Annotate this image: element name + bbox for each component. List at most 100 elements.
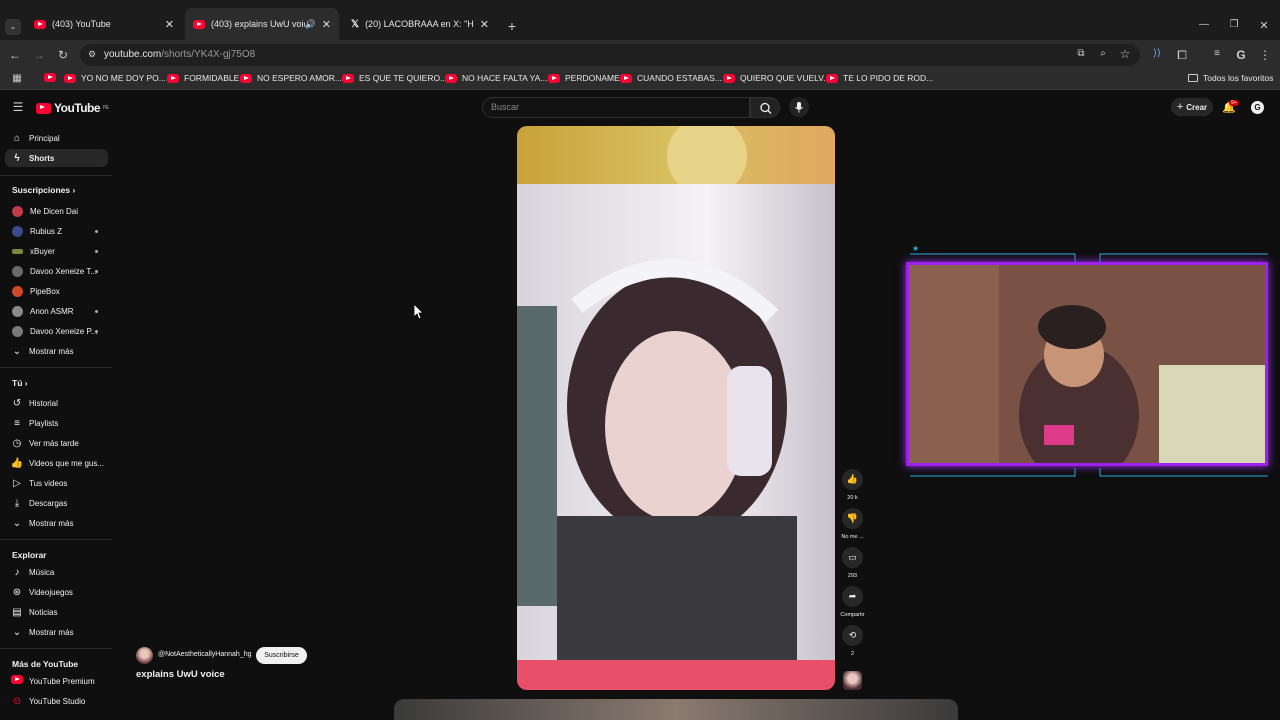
close-icon[interactable]: ✕ (322, 18, 331, 31)
subscriptions-heading[interactable]: Suscripciones › (12, 185, 75, 195)
search-input[interactable]: Buscar (482, 97, 750, 118)
subscription-item[interactable]: Anon ASMR (5, 302, 108, 320)
sidebar-item-playlists[interactable]: ≡ Playlists (5, 414, 108, 432)
sidebar-item-news[interactable]: ▤ Noticias (5, 603, 108, 621)
bookmark-item[interactable]: NO ESPERO AMOR... (240, 73, 342, 83)
bookmark-item[interactable]: CUANDO ESTABAS... (620, 73, 722, 83)
next-short-preview[interactable] (394, 699, 958, 720)
minimize-button[interactable]: — (1196, 19, 1212, 30)
subscription-item[interactable]: Davoo Xeneize T... (5, 262, 108, 280)
back-icon[interactable]: ← (8, 48, 22, 62)
channel-avatar (12, 248, 23, 254)
short-video-player[interactable] (517, 126, 835, 690)
new-tab-button[interactable]: + (505, 18, 519, 34)
close-icon[interactable]: ✕ (480, 18, 489, 31)
show-more-you[interactable]: ⌄ Mostrar más (5, 514, 108, 532)
menu-kebab-icon[interactable]: ⋮ (1258, 48, 1272, 62)
channel-name[interactable]: @NotAestheticallyHannah_hg (158, 651, 252, 658)
sidebar-item-studio[interactable]: ⊙ YouTube Studio (5, 692, 108, 710)
restore-button[interactable]: ❐ (1226, 19, 1242, 30)
subscription-item[interactable]: Me Dicen Dai (5, 202, 108, 220)
bookmark-label: NO ESPERO AMOR... (257, 73, 343, 83)
channel-avatar[interactable] (136, 647, 153, 664)
video-frame (517, 126, 835, 690)
reload-icon[interactable]: ↻ (56, 48, 70, 62)
sidebar-item-watch-later[interactable]: ◷ Ver más tarde (5, 434, 108, 452)
bookmark-item[interactable]: QUIERO QUE VUELV... (723, 73, 830, 83)
remix-button[interactable]: ⟲ (842, 625, 863, 646)
bookmark-item[interactable] (44, 73, 56, 82)
sidebar-divider (0, 648, 112, 649)
profile-icon[interactable]: G (1234, 48, 1248, 62)
hamburger-menu-icon[interactable]: ☰ (11, 100, 25, 114)
show-more-subscriptions[interactable]: ⌄ Mostrar más (5, 342, 108, 360)
tab-x[interactable]: 𝕏 (20) LACOBRAAA en X: "Hoy m ✕ (343, 8, 497, 40)
logo-text: YouTube (54, 101, 101, 115)
close-icon[interactable]: ✕ (165, 18, 174, 31)
show-more-label: Mostrar más (29, 627, 74, 637)
media-icon[interactable]: ≡ (1210, 48, 1224, 59)
install-app-icon[interactable]: ⧉ (1074, 48, 1088, 59)
url-text[interactable]: youtube.com/shorts/YK4X-gj75O8 (104, 49, 255, 60)
audio-thumbnail[interactable] (843, 671, 862, 690)
close-window-button[interactable]: ✕ (1256, 19, 1272, 32)
apps-grid-icon[interactable]: ▦ (10, 73, 24, 84)
tab-short[interactable]: (403) explains UwU voice - 🔊 ✕ (185, 8, 339, 40)
zoom-icon[interactable]: ⌕ (1096, 48, 1110, 59)
bookmark-item[interactable]: PERDONAME (548, 73, 620, 83)
bookmark-item[interactable]: FORMIDABLE (167, 73, 239, 83)
like-button[interactable]: 👍 (842, 469, 863, 490)
speaker-icon[interactable]: 🔊 (305, 19, 316, 30)
bookmark-item[interactable]: YO NO ME DOY PO... (64, 73, 166, 83)
subscription-item[interactable]: Davoo Xeneize P... (5, 322, 108, 340)
sidebar-item-gaming[interactable]: ⊛ Videojuegos (5, 583, 108, 601)
bookmark-item[interactable]: ES QUE TE QUIERO... (342, 73, 447, 83)
create-button[interactable]: + Crear (1171, 98, 1213, 116)
youtube-icon (723, 73, 735, 83)
voice-search-button[interactable] (789, 97, 809, 117)
gamepad-icon: ⊛ (12, 586, 22, 598)
sidebar-item-history[interactable]: ↺ Historial (5, 394, 108, 412)
comments-button[interactable]: ▭ (842, 547, 863, 568)
subscription-item[interactable]: PipeBox (5, 282, 108, 300)
youtube-studio-icon: ⊙ (12, 695, 22, 707)
sidebar-item-principal[interactable]: ⌂ Principal (5, 129, 108, 147)
sidebar-item-liked[interactable]: 👍 Videos que me gus... (5, 454, 108, 472)
bookmark-item[interactable]: TE LO PIDO DE ROD... (826, 73, 933, 83)
sidebar-item-label: Música (29, 567, 55, 577)
extension-icon[interactable]: ⟩⟩ (1150, 48, 1164, 59)
sidebar-item-downloads[interactable]: ⤓ Descargas (5, 494, 108, 512)
dislike-button[interactable]: 👎 (842, 508, 863, 529)
subscribe-button[interactable]: Suscribirse (256, 647, 307, 664)
sidebar-item-premium[interactable]: YouTube Premium (5, 672, 108, 690)
subscription-item[interactable]: Rubius Z (5, 222, 108, 240)
sidebar-item-label: Descargas (29, 498, 68, 508)
tab-search-button[interactable]: ⌄ (5, 19, 21, 35)
notification-count-badge: 9+ (1229, 100, 1239, 106)
sidebar-item-your-videos[interactable]: ▷ Tus videos (5, 474, 108, 492)
account-avatar[interactable]: G (1251, 101, 1264, 114)
sidebar-item-music[interactable]: ♪ Música (5, 563, 108, 581)
bookmark-label: PERDONAME (565, 73, 620, 83)
channel-avatar (12, 265, 23, 277)
you-heading[interactable]: Tú › (12, 378, 28, 388)
puzzle-icon[interactable]: ⧠ (1175, 48, 1189, 63)
bookmark-star-icon[interactable]: ☆ (1118, 47, 1132, 61)
forward-icon[interactable]: → (32, 48, 46, 62)
all-bookmarks-folder[interactable]: Todos los favoritos (1188, 73, 1273, 83)
search-button[interactable] (750, 97, 780, 118)
youtube-icon (64, 73, 76, 83)
bookmark-label: CUANDO ESTABAS... (637, 73, 722, 83)
subscription-item[interactable]: xBuyer (5, 242, 108, 260)
subscription-label: Davoo Xeneize P... (30, 326, 98, 336)
show-more-explore[interactable]: ⌄ Mostrar más (5, 623, 108, 641)
shorts-icon: ϟ (14, 152, 20, 164)
youtube-icon (167, 73, 179, 83)
tab-youtube-home[interactable]: (403) YouTube ✕ (26, 8, 182, 40)
site-info-icon[interactable]: ⚙ (86, 49, 98, 60)
share-button[interactable]: ➦ (842, 586, 863, 607)
bookmark-item[interactable]: NO HACE FALTA YA... (445, 73, 547, 83)
sidebar-item-shorts[interactable]: ϟ Shorts (5, 149, 108, 167)
youtube-logo[interactable]: YouTube PE (36, 101, 109, 115)
plus-icon: + (1176, 101, 1184, 113)
